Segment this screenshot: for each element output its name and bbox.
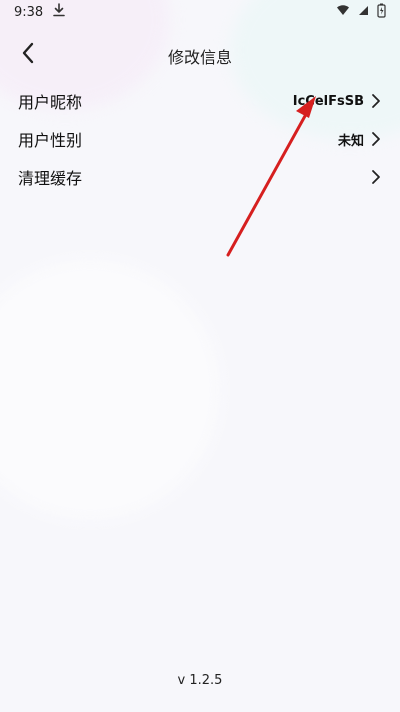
gender-setting-row[interactable]: 用户性别 未知 [18, 120, 382, 158]
status-time: 9:38 [14, 4, 44, 20]
faint-background-shape [0, 260, 220, 520]
nickname-value: IcCelFsSB [292, 93, 364, 109]
nickname-value-group: IcCelFsSB [293, 92, 382, 110]
gender-label: 用户性别 [18, 131, 83, 150]
app-version: v 1.2.5 [177, 673, 223, 688]
clear-cache-setting-row[interactable]: 清理缓存 [18, 158, 382, 196]
clear-cache-label: 清理缓存 [18, 169, 83, 188]
chevron-right-icon [370, 130, 382, 148]
download-icon [53, 3, 66, 21]
top-navigation: 修改信息 [0, 24, 400, 82]
status-bar-right [336, 3, 386, 22]
wifi-icon [336, 4, 350, 20]
settings-list: 用户昵称 IcCelFsSB 用户性别 未知 清理缓存 [18, 82, 382, 196]
battery-charging-icon [377, 3, 386, 22]
status-bar-left: 9:38 [14, 3, 66, 21]
nickname-setting-row[interactable]: 用户昵称 IcCelFsSB [18, 82, 382, 120]
status-bar: 9:38 [0, 0, 400, 24]
chevron-right-icon [370, 92, 382, 110]
gender-value: 未知 [337, 133, 364, 149]
page-title: 修改信息 [167, 48, 232, 67]
signal-icon [358, 4, 369, 20]
nickname-label: 用户昵称 [18, 93, 83, 112]
gender-value-group: 未知 [338, 130, 382, 149]
clear-cache-action-group [370, 168, 382, 186]
chevron-right-icon [370, 168, 382, 186]
